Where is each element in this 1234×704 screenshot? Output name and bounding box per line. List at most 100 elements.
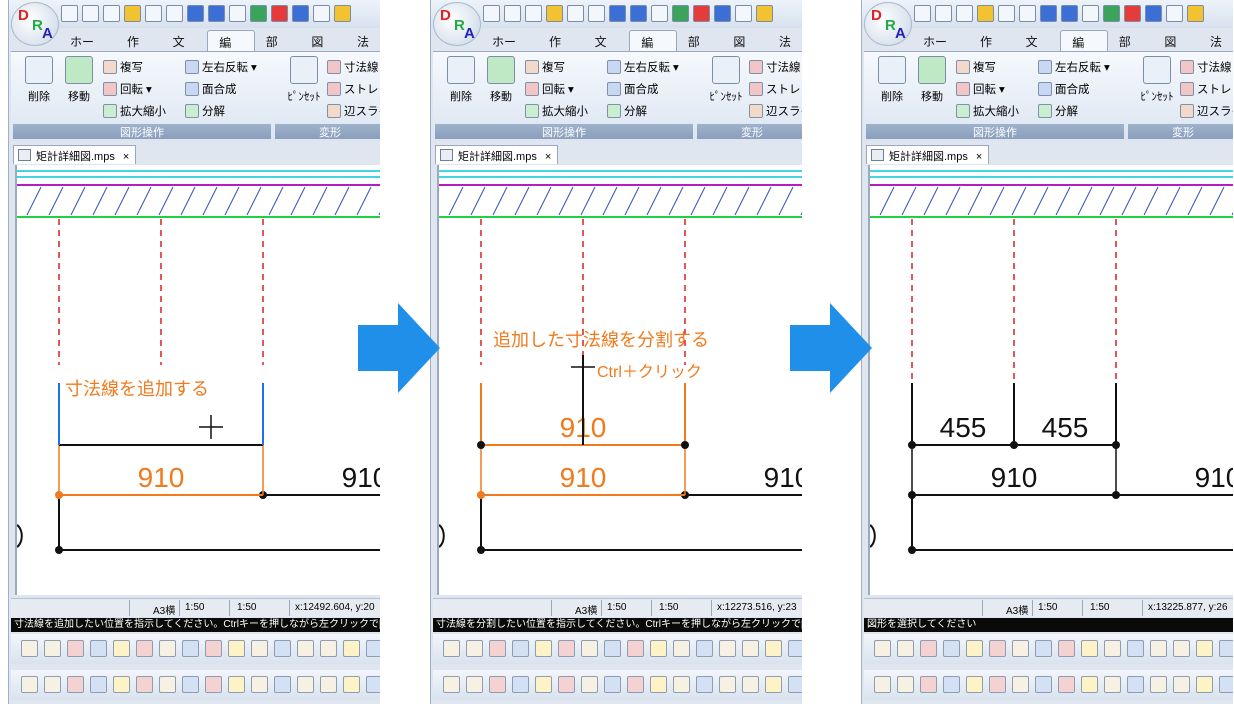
help-icon[interactable] <box>334 5 351 22</box>
edit-tool-icon[interactable] <box>159 676 176 693</box>
dim-line-button[interactable]: 寸法線 <box>749 58 801 76</box>
snap-tool-icon[interactable] <box>627 640 644 657</box>
monitor-blue-icon[interactable] <box>714 5 731 22</box>
edit-tool-icon[interactable] <box>1012 676 1029 693</box>
edit-tool-icon[interactable] <box>920 676 937 693</box>
snap-tool-icon[interactable] <box>297 640 314 657</box>
snap-tool-icon[interactable] <box>719 640 736 657</box>
edit-tool-icon[interactable] <box>989 676 1006 693</box>
snap-tool-icon[interactable] <box>897 640 914 657</box>
edit-tool-icon[interactable] <box>44 676 61 693</box>
snap-tool-icon[interactable] <box>21 640 38 657</box>
edit-tool-icon[interactable] <box>67 676 84 693</box>
edit-tool-icon[interactable] <box>1219 676 1233 693</box>
monitor-blue-icon[interactable] <box>1145 5 1162 22</box>
document-tab[interactable]: 矩計詳細図.mps × <box>13 145 137 164</box>
edit-tool-icon[interactable] <box>558 676 575 693</box>
tab-draw[interactable]: 作図 <box>538 30 584 66</box>
close-icon[interactable]: × <box>976 151 982 163</box>
move-button[interactable]: 移動 <box>912 56 952 104</box>
snap-tool-icon[interactable] <box>251 640 268 657</box>
save-icon[interactable] <box>567 5 584 22</box>
edit-tool-icon[interactable] <box>1058 676 1075 693</box>
dim-line-button[interactable]: 寸法線 <box>327 58 379 76</box>
lock-icon[interactable] <box>735 5 752 22</box>
tab-draw[interactable]: 作図 <box>116 30 162 66</box>
refresh-icon[interactable] <box>1103 5 1120 22</box>
app-logo[interactable]: DRA <box>11 2 59 46</box>
edit-tool-icon[interactable] <box>581 676 598 693</box>
save-icon[interactable] <box>998 5 1015 22</box>
snap-tool-icon[interactable] <box>874 640 891 657</box>
new-file-icon[interactable] <box>956 5 973 22</box>
snap-tool-icon[interactable] <box>1173 640 1190 657</box>
explode-button[interactable]: 分解 <box>1038 102 1078 120</box>
move-button[interactable]: 移動 <box>59 56 99 104</box>
2d3d-icon[interactable] <box>61 5 78 22</box>
document-tab[interactable]: 矩計詳細図.mps × <box>866 145 990 164</box>
open-folder-icon[interactable] <box>124 5 141 22</box>
preview-icon[interactable] <box>1019 5 1036 22</box>
snap-tool-icon[interactable] <box>581 640 598 657</box>
edit-tool-icon[interactable] <box>874 676 891 693</box>
tab-drawing[interactable]: 図面 <box>1153 30 1199 66</box>
tweezers-button[interactable]: ﾋﾟﾝｾｯﾄ <box>1132 56 1182 104</box>
rotate-button[interactable]: 回転 ▾ <box>956 80 1005 98</box>
edit-tool-icon[interactable] <box>297 676 314 693</box>
snap-tool-icon[interactable] <box>742 640 759 657</box>
edit-tool-icon[interactable] <box>966 676 983 693</box>
snap-tool-icon[interactable] <box>604 640 621 657</box>
redo-icon[interactable] <box>1061 5 1078 22</box>
scale-button[interactable]: 拡大縮小 <box>525 102 588 120</box>
save-icon[interactable] <box>145 5 162 22</box>
new-file-icon[interactable] <box>103 5 120 22</box>
snap-tool-icon[interactable] <box>920 640 937 657</box>
monitor-blue-icon[interactable] <box>292 5 309 22</box>
close-icon[interactable]: × <box>545 151 551 163</box>
edit-tool-icon[interactable] <box>182 676 199 693</box>
snap-tool-icon[interactable] <box>366 640 380 657</box>
mirror-button[interactable]: 左右反転 ▾ <box>185 58 257 76</box>
preview-icon[interactable] <box>588 5 605 22</box>
snap-tool-icon[interactable] <box>673 640 690 657</box>
monitor-red-icon[interactable] <box>693 5 710 22</box>
lock-icon[interactable] <box>1166 5 1183 22</box>
snap-tool-icon[interactable] <box>466 640 483 657</box>
edit-tool-icon[interactable] <box>765 676 782 693</box>
edit-tool-icon[interactable] <box>1196 676 1213 693</box>
app-logo[interactable]: DRA <box>864 2 912 46</box>
tab-law[interactable]: 法 <box>1199 30 1233 52</box>
dim-line-button[interactable]: 寸法線 <box>1180 58 1232 76</box>
edit-tool-icon[interactable] <box>1150 676 1167 693</box>
edit-tool-icon[interactable] <box>512 676 529 693</box>
copy-button[interactable]: 複写 <box>956 58 996 76</box>
snap-tool-icon[interactable] <box>943 640 960 657</box>
snap-tool-icon[interactable] <box>1219 640 1233 657</box>
edit-tool-icon[interactable] <box>650 676 667 693</box>
edit-tool-icon[interactable] <box>443 676 460 693</box>
edit-tool-icon[interactable] <box>535 676 552 693</box>
edit-tool-icon[interactable] <box>228 676 245 693</box>
edit-tool-icon[interactable] <box>673 676 690 693</box>
edit-tool-icon[interactable] <box>90 676 107 693</box>
snap-tool-icon[interactable] <box>1081 640 1098 657</box>
snap-tool-icon[interactable] <box>1127 640 1144 657</box>
edit-tool-icon[interactable] <box>742 676 759 693</box>
tab-law[interactable]: 法 <box>346 30 380 52</box>
layout-icon[interactable] <box>935 5 952 22</box>
document-tab[interactable]: 矩計詳細図.mps × <box>435 145 559 164</box>
snap-tool-icon[interactable] <box>44 640 61 657</box>
snap-tool-icon[interactable] <box>320 640 337 657</box>
properties-icon[interactable] <box>229 5 246 22</box>
snap-tool-icon[interactable] <box>159 640 176 657</box>
help-icon[interactable] <box>1187 5 1204 22</box>
tab-drawing[interactable]: 図面 <box>300 30 346 66</box>
merge-button[interactable]: 面合成 <box>1038 80 1090 98</box>
edit-tool-icon[interactable] <box>320 676 337 693</box>
open-folder-icon[interactable] <box>546 5 563 22</box>
snap-tool-icon[interactable] <box>489 640 506 657</box>
snap-tool-icon[interactable] <box>1058 640 1075 657</box>
snap-tool-icon[interactable] <box>182 640 199 657</box>
edit-tool-icon[interactable] <box>788 676 802 693</box>
snap-tool-icon[interactable] <box>1196 640 1213 657</box>
